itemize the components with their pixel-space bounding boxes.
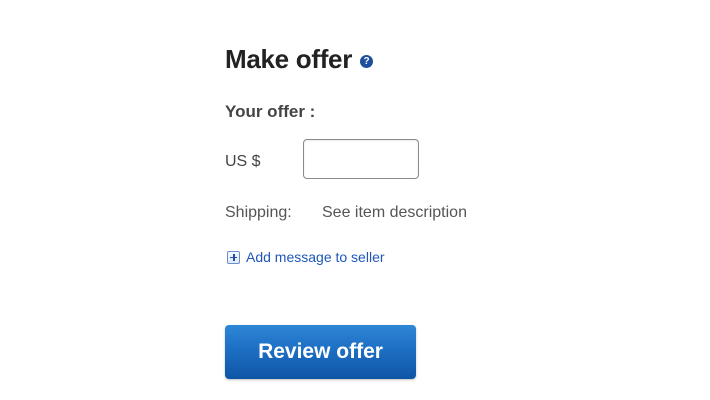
title-row: Make offer ?: [225, 44, 374, 75]
shipping-row: Shipping: See item description: [225, 204, 467, 222]
shipping-label: Shipping:: [225, 204, 292, 221]
page-title: Make offer: [225, 44, 353, 74]
your-offer-label: Your offer :: [225, 102, 316, 121]
make-offer-panel: Make offer ? Your offer : US $ Shipping:…: [225, 0, 645, 400]
add-message-link[interactable]: Add message to seller: [227, 249, 385, 265]
currency-label: US $: [225, 153, 261, 170]
add-message-label[interactable]: Add message to seller: [246, 249, 385, 265]
plus-icon[interactable]: [227, 250, 240, 264]
shipping-value: See item description: [322, 204, 467, 221]
review-offer-button[interactable]: Review offer: [225, 325, 416, 379]
help-icon[interactable]: ?: [360, 54, 374, 68]
offer-amount-input[interactable]: [303, 139, 419, 179]
